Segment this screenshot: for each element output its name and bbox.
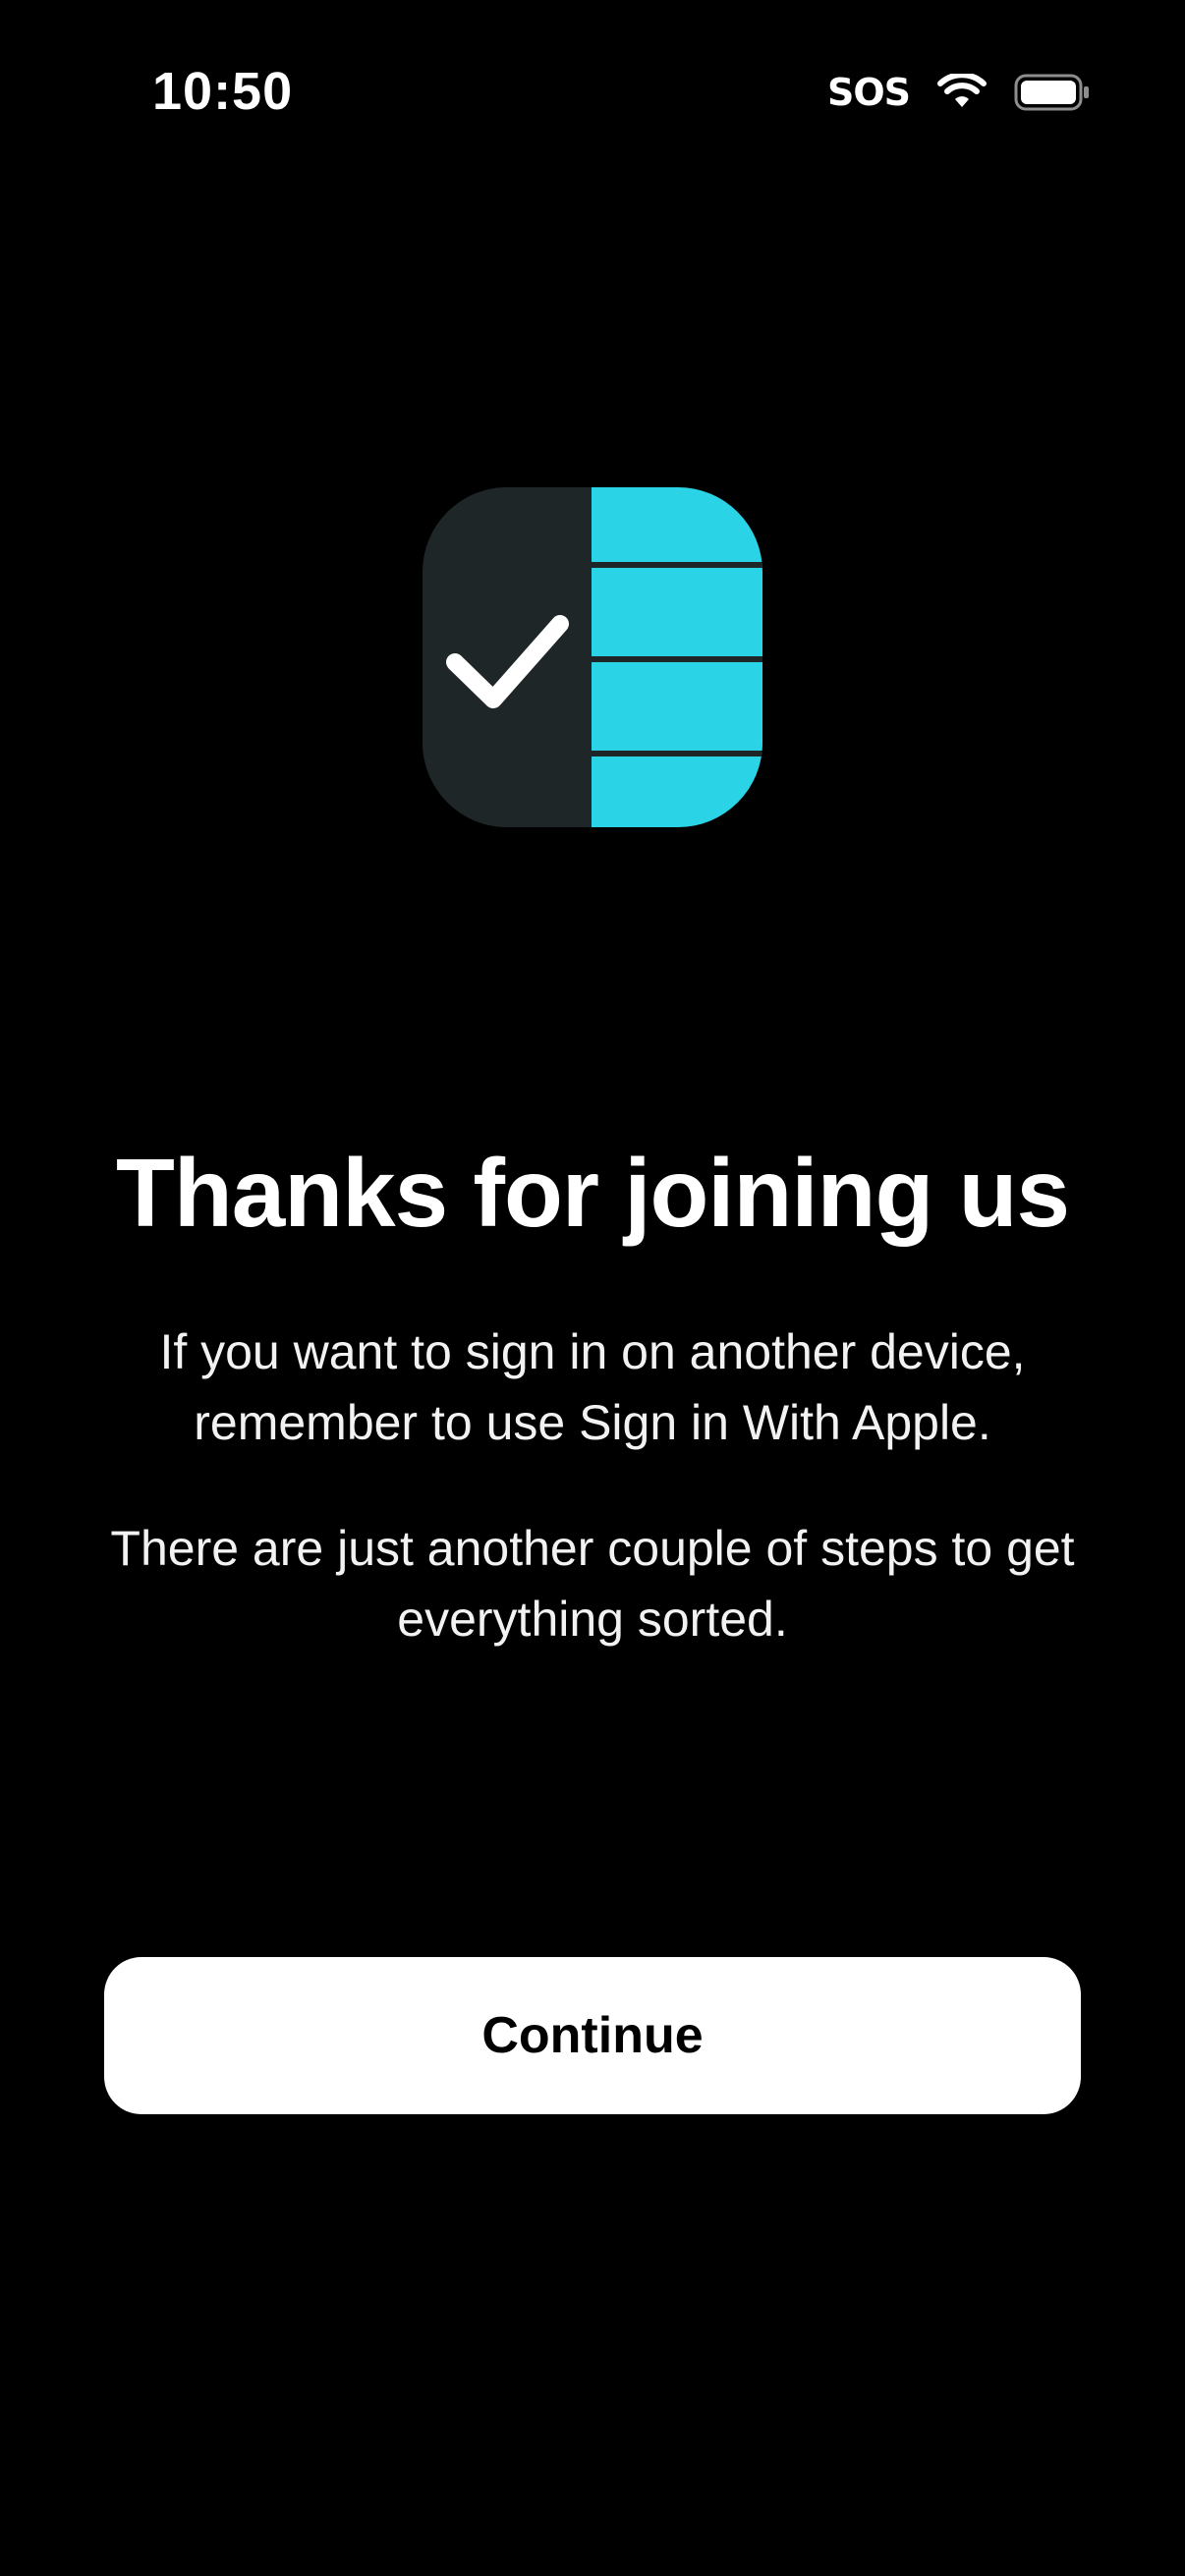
battery-icon <box>1014 73 1091 112</box>
continue-button[interactable]: Continue <box>104 1957 1081 2114</box>
page-title: Thanks for joining us <box>116 1139 1070 1247</box>
status-bar: 10:50 SOS <box>0 0 1185 138</box>
wifi-icon <box>937 74 987 111</box>
sos-indicator: SOS <box>826 71 911 114</box>
checklist-app-icon <box>423 487 762 827</box>
sign-in-reminder-text: If you want to sign in on another device… <box>159 1324 1026 1450</box>
status-indicators: SOS <box>827 71 1091 114</box>
next-steps-text: There are just another couple of steps t… <box>110 1521 1075 1647</box>
continue-button-label: Continue <box>481 2007 704 2064</box>
status-time: 10:50 <box>152 62 294 121</box>
